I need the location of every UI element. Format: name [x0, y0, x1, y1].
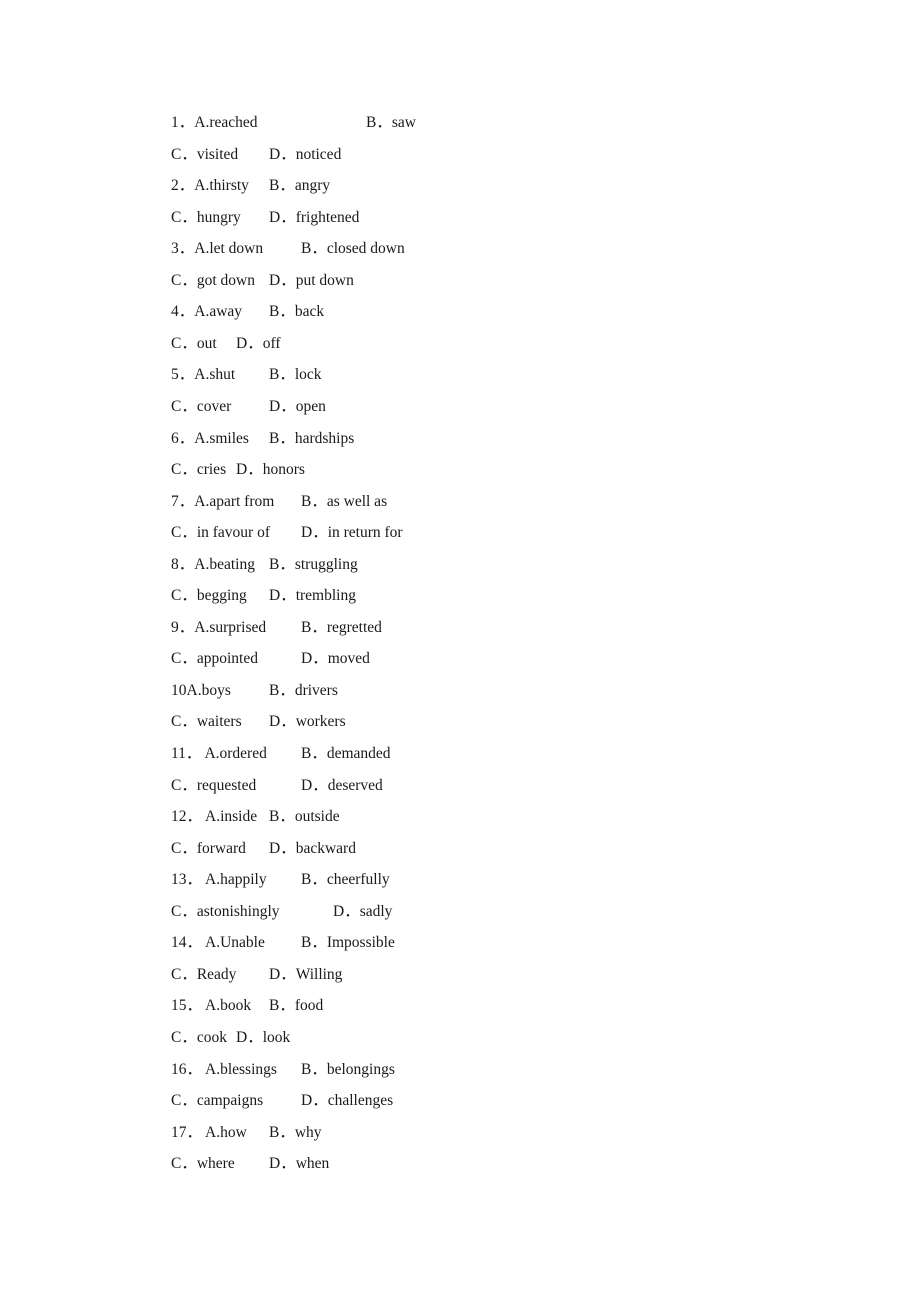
- option-left: 13． A.happily: [171, 871, 267, 889]
- option-left: C．cries: [171, 461, 227, 479]
- option-right: B．regretted: [301, 618, 382, 636]
- option-left: C．begging: [171, 587, 247, 605]
- option-left: 8．A.beating: [171, 555, 255, 573]
- option-right: B．closed down: [301, 240, 405, 258]
- option-right: D．when: [269, 1155, 330, 1173]
- option-right: B．Impossible: [301, 934, 395, 952]
- option-right: D．Willing: [269, 965, 343, 983]
- option-left: C．cover: [171, 397, 232, 415]
- option-right: B．food: [269, 997, 324, 1015]
- option-right: D．deserved: [301, 776, 383, 794]
- option-right: D．off: [236, 334, 281, 352]
- option-right: B．why: [269, 1123, 322, 1141]
- option-left: 3．A.let down: [171, 240, 264, 258]
- option-left: 12． A.inside: [171, 808, 258, 826]
- option-right: B．as well as: [301, 492, 388, 510]
- option-right: D．in return for: [301, 524, 403, 542]
- option-right: B．cheerfully: [301, 871, 390, 889]
- option-left: 15． A.book: [171, 997, 252, 1015]
- option-right: D．honors: [236, 461, 305, 479]
- option-right: B．hardships: [269, 429, 355, 447]
- option-left: 1．A.reached: [171, 114, 258, 131]
- option-left: C．forward: [171, 839, 246, 857]
- option-right: B．back: [269, 303, 325, 321]
- option-right: B．drivers: [269, 681, 338, 699]
- option-right: D．open: [269, 397, 326, 415]
- option-left: C．requested: [171, 776, 257, 794]
- option-right: B．belongings: [301, 1060, 395, 1078]
- option-right: D．workers: [269, 713, 346, 731]
- option-left: 10A.boys: [171, 681, 231, 699]
- option-left: C．astonishingly: [171, 902, 280, 920]
- option-right: B．outside: [269, 808, 340, 826]
- option-left: 2．A.thirsty: [171, 177, 249, 195]
- option-left: C．out: [171, 334, 217, 352]
- option-right: B．lock: [269, 366, 322, 384]
- option-right: D．put down: [269, 271, 354, 289]
- option-left: C．hungry: [171, 208, 241, 226]
- option-left: C．where: [171, 1155, 235, 1173]
- option-right: D．frightened: [269, 208, 360, 226]
- option-right: B．saw: [366, 114, 416, 131]
- option-left: 7．A.apart from: [171, 492, 275, 510]
- option-right: B．struggling: [269, 555, 358, 573]
- option-left: C．visited: [171, 145, 239, 163]
- option-right: D．challenges: [301, 1092, 394, 1110]
- option-left: C．waiters: [171, 713, 242, 731]
- option-left: 6．A.smiles: [171, 429, 249, 447]
- option-right: B．angry: [269, 177, 331, 195]
- option-right: D．moved: [301, 650, 370, 668]
- option-left: 16． A.blessings: [171, 1060, 277, 1078]
- option-left: 14． A.Unable: [171, 934, 265, 952]
- option-left: C．in favour of: [171, 524, 271, 542]
- option-left: C．got down: [171, 271, 255, 289]
- option-left: C．Ready: [171, 965, 237, 983]
- option-left: C．appointed: [171, 650, 258, 668]
- option-right: D．backward: [269, 839, 356, 857]
- option-left: 17． A.how: [171, 1123, 247, 1141]
- option-left: C．cook: [171, 1028, 227, 1046]
- option-right: D．sadly: [333, 902, 393, 920]
- option-right: D．trembling: [269, 587, 356, 605]
- option-left: 9．A.surprised: [171, 618, 267, 636]
- option-right: B．demanded: [301, 745, 391, 762]
- document-page: 1．A.reached B．saw C．visited D．noticed 2．A.th…: [0, 0, 920, 1302]
- option-right: D．look: [236, 1028, 291, 1046]
- option-left: 5．A.shut: [171, 366, 236, 384]
- option-left: 11． A.ordered: [171, 745, 267, 762]
- option-right: D．noticed: [269, 145, 342, 163]
- option-left: C．campaigns: [171, 1092, 264, 1110]
- option-left: 4．A.away: [171, 303, 243, 321]
